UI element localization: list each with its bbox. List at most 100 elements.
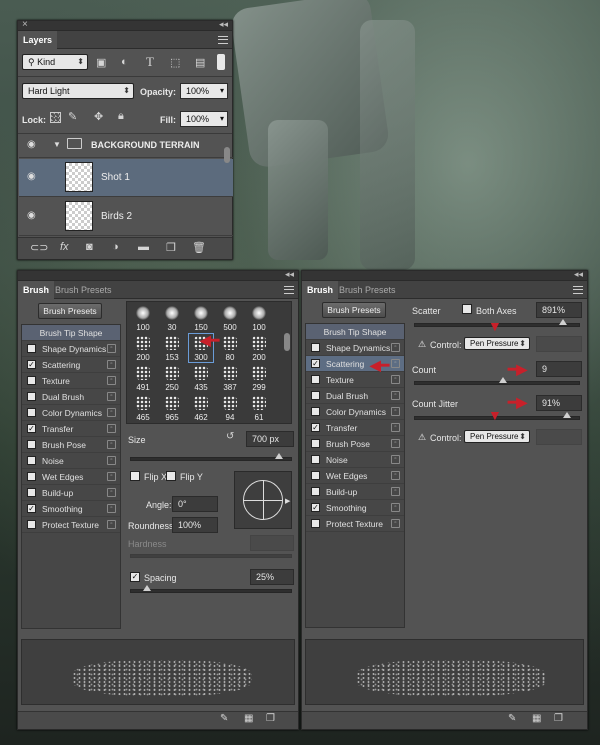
- brush-presets-button[interactable]: Brush Presets: [38, 303, 102, 319]
- lock-icon[interactable]: ▫: [107, 360, 116, 369]
- option-checkbox[interactable]: [311, 471, 320, 480]
- lock-icon[interactable]: ▫: [391, 359, 400, 368]
- smart-object-filter-icon[interactable]: ▤: [195, 56, 205, 69]
- both-axes-checkbox[interactable]: [462, 304, 472, 314]
- trash-icon[interactable]: 🗑︎: [192, 241, 206, 254]
- brush-tip[interactable]: 150: [189, 304, 213, 332]
- option-checkbox[interactable]: [27, 472, 36, 481]
- shape-filter-icon[interactable]: ⬚: [170, 56, 180, 69]
- brush-option-item[interactable]: Texture ▫: [22, 373, 120, 389]
- brush-tip[interactable]: 462: [189, 394, 213, 422]
- brush-option-item[interactable]: Dual Brush ▫: [22, 389, 120, 405]
- slider-knob[interactable]: [275, 453, 283, 459]
- lock-icon[interactable]: ▫: [107, 456, 116, 465]
- link-layers-icon[interactable]: ⊂⊃: [30, 241, 48, 254]
- lock-icon[interactable]: ▫: [107, 440, 116, 449]
- lock-pixels-icon[interactable]: ✎: [68, 110, 77, 123]
- spacing-field[interactable]: 25%: [250, 569, 294, 585]
- adjustment-layer-icon[interactable]: ◑: [112, 241, 119, 253]
- brush-tip[interactable]: 80: [218, 334, 242, 362]
- panel-menu-icon[interactable]: [284, 286, 294, 294]
- option-checkbox[interactable]: ✓: [27, 504, 36, 513]
- brush-option-item[interactable]: Brush Pose ▫: [22, 437, 120, 453]
- new-preset-icon[interactable]: ❐: [266, 713, 275, 724]
- eye-icon[interactable]: ◉: [27, 139, 36, 150]
- brush-tip[interactable]: 100: [131, 304, 155, 332]
- option-checkbox[interactable]: [27, 488, 36, 497]
- collapse-icon[interactable]: ◂◂: [574, 269, 583, 280]
- slider-knob[interactable]: [143, 585, 151, 591]
- slider-knob[interactable]: [563, 412, 571, 418]
- lock-icon[interactable]: ▫: [107, 408, 116, 417]
- tab-brush-presets[interactable]: Brush Presets: [50, 281, 117, 299]
- adjustment-filter-icon[interactable]: ◐: [121, 56, 128, 68]
- toggle-live-tip-icon[interactable]: ✎: [220, 713, 228, 724]
- lock-icon[interactable]: ▫: [391, 407, 400, 416]
- slider-knob[interactable]: [559, 319, 567, 325]
- eye-icon[interactable]: ◉: [27, 171, 36, 182]
- size-field[interactable]: 700 px: [246, 431, 294, 447]
- layer-group-row[interactable]: ◉ ▼ BACKGROUND TERRAIN: [19, 134, 233, 158]
- lock-icon[interactable]: ▫: [391, 471, 400, 480]
- brush-tip[interactable]: 200: [131, 334, 155, 362]
- brush-tip[interactable]: 94: [218, 394, 242, 422]
- add-mask-icon[interactable]: ◙: [86, 241, 93, 253]
- lock-transparency-icon[interactable]: [50, 112, 61, 123]
- count-field[interactable]: 9: [536, 361, 582, 377]
- brush-option-item[interactable]: Brush Tip Shape: [306, 324, 404, 340]
- flip-x-checkbox[interactable]: [130, 471, 140, 481]
- option-checkbox[interactable]: [27, 376, 36, 385]
- new-preset-icon[interactable]: ❐: [554, 713, 563, 724]
- angle-roundness-widget[interactable]: ▶: [234, 471, 292, 529]
- filter-toggle-icon[interactable]: [217, 54, 225, 70]
- brush-option-item[interactable]: Wet Edges ▫: [306, 468, 404, 484]
- brush-option-item[interactable]: Wet Edges ▫: [22, 469, 120, 485]
- scrollbar-thumb[interactable]: [224, 147, 230, 163]
- option-checkbox[interactable]: [311, 487, 320, 496]
- brush-option-item[interactable]: ✓ Scattering ▫: [22, 357, 120, 373]
- option-checkbox[interactable]: [311, 439, 320, 448]
- lock-icon[interactable]: ▫: [107, 424, 116, 433]
- lock-icon[interactable]: ▫: [107, 392, 116, 401]
- roundness-field[interactable]: 100%: [172, 517, 218, 533]
- lock-all-icon[interactable]: 🔒︎: [118, 110, 124, 123]
- scrollbar-thumb[interactable]: [284, 333, 290, 351]
- layer-row[interactable]: ◉ Birds 2: [19, 198, 233, 236]
- brush-presets-button[interactable]: Brush Presets: [322, 302, 386, 318]
- brush-tip[interactable]: 153: [160, 334, 184, 362]
- brush-option-item[interactable]: Build-up ▫: [306, 484, 404, 500]
- lock-icon[interactable]: ▫: [107, 472, 116, 481]
- disclosure-triangle-icon[interactable]: ▼: [53, 140, 61, 149]
- brush-option-item[interactable]: Color Dynamics ▫: [306, 404, 404, 420]
- brush-option-item[interactable]: ✓ Smoothing ▫: [306, 500, 404, 516]
- brush-option-item[interactable]: Dual Brush ▫: [306, 388, 404, 404]
- option-checkbox[interactable]: [311, 407, 320, 416]
- option-checkbox[interactable]: [311, 519, 320, 528]
- brush-tip[interactable]: 250: [160, 364, 184, 392]
- brush-tip[interactable]: 100: [247, 304, 271, 332]
- spacing-slider[interactable]: [130, 585, 292, 593]
- option-checkbox[interactable]: ✓: [311, 359, 320, 368]
- tab-brush[interactable]: Brush: [302, 281, 339, 299]
- option-checkbox[interactable]: [27, 344, 36, 353]
- option-checkbox[interactable]: [27, 392, 36, 401]
- option-checkbox[interactable]: [27, 408, 36, 417]
- slider-knob[interactable]: [499, 377, 507, 383]
- toggle-live-tip-icon[interactable]: ✎: [508, 713, 516, 724]
- tab-brush-presets[interactable]: Brush Presets: [334, 281, 401, 299]
- brush-option-item[interactable]: ✓ Smoothing ▫: [22, 501, 120, 517]
- option-checkbox[interactable]: [311, 455, 320, 464]
- lock-icon[interactable]: ▫: [391, 375, 400, 384]
- brush-option-item[interactable]: Build-up ▫: [22, 485, 120, 501]
- brush-tip[interactable]: 465: [131, 394, 155, 422]
- scatter-field[interactable]: 891%: [536, 302, 582, 318]
- lock-icon[interactable]: ▫: [391, 439, 400, 448]
- fx-icon[interactable]: fx: [60, 241, 69, 253]
- lock-icon[interactable]: ▫: [391, 503, 400, 512]
- brush-tip[interactable]: 30: [160, 304, 184, 332]
- spacing-checkbox[interactable]: ✓: [130, 572, 140, 582]
- angle-field[interactable]: 0°: [172, 496, 218, 512]
- lock-icon[interactable]: ▫: [107, 344, 116, 353]
- brush-option-item[interactable]: Shape Dynamics ▫: [306, 340, 404, 356]
- option-checkbox[interactable]: [311, 375, 320, 384]
